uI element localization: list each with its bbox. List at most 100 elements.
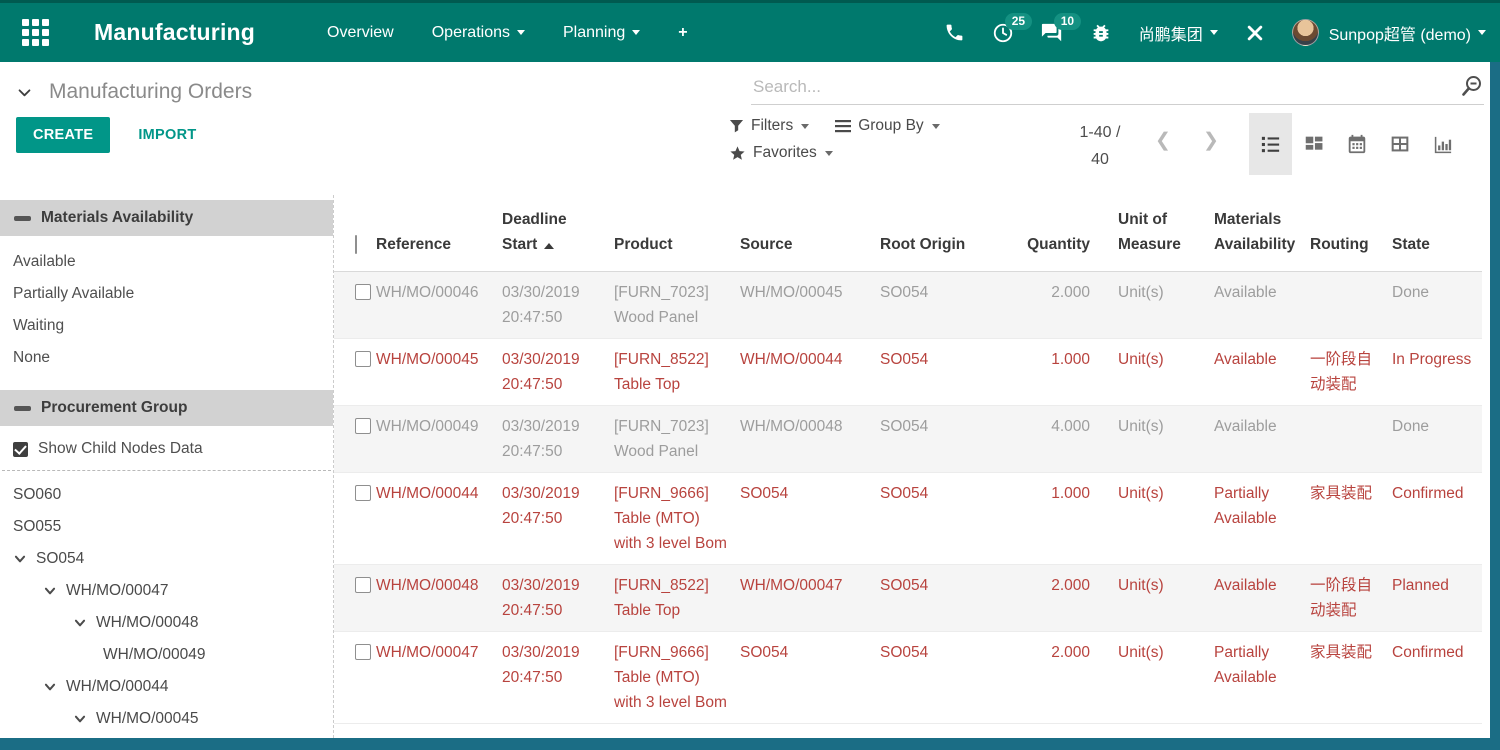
filter-item-waiting[interactable]: Waiting bbox=[0, 310, 333, 342]
table-row[interactable]: WH/MO/0004603/30/2019 20:47:50[FURN_7023… bbox=[334, 272, 1482, 339]
tools-button[interactable] bbox=[1245, 23, 1265, 43]
filter-item-none[interactable]: None bbox=[0, 342, 333, 374]
table-row[interactable]: WH/MO/0004703/30/2019 20:47:50[FURN_9666… bbox=[334, 632, 1482, 724]
cell-reference: WH/MO/00046 bbox=[376, 272, 502, 339]
show-child-nodes-toggle[interactable]: Show Child Nodes Data bbox=[0, 434, 333, 470]
pivot-view-icon bbox=[1389, 133, 1411, 155]
search-input[interactable] bbox=[751, 76, 1460, 98]
menu-operations[interactable]: Operations bbox=[432, 24, 525, 42]
header-source[interactable]: Source bbox=[740, 195, 880, 272]
import-button[interactable]: IMPORT bbox=[132, 126, 202, 144]
row-checkbox[interactable] bbox=[355, 644, 371, 660]
menu-overview[interactable]: Overview bbox=[327, 24, 394, 42]
company-name: 尚鹏集团 bbox=[1139, 21, 1203, 45]
table-row[interactable]: WH/MO/0004903/30/2019 20:47:50[FURN_7023… bbox=[334, 406, 1482, 473]
header-materials-availability[interactable]: Materials Availability bbox=[1200, 195, 1310, 272]
tree-node[interactable]: WH/MO/00045 bbox=[0, 703, 333, 735]
header-deadline-start[interactable]: Deadline Start bbox=[502, 195, 614, 272]
filter-item-available[interactable]: Available bbox=[0, 246, 333, 278]
chevron-down-icon bbox=[73, 616, 87, 630]
select-all-checkbox[interactable] bbox=[355, 235, 357, 254]
phone-button[interactable] bbox=[944, 22, 965, 43]
tree-node[interactable]: WH/MO/00049 bbox=[0, 639, 333, 671]
filter-item-partially-available[interactable]: Partially Available bbox=[0, 278, 333, 310]
list-view-icon bbox=[1259, 133, 1282, 156]
debug-button[interactable] bbox=[1090, 22, 1112, 44]
groupby-dropdown[interactable]: Group By bbox=[835, 117, 939, 135]
menu-planning[interactable]: Planning bbox=[563, 24, 640, 42]
cell-root-origin: SO054 bbox=[880, 473, 1014, 565]
activities-badge: 25 bbox=[1005, 13, 1032, 30]
tree-node[interactable]: WH/MO/00048 bbox=[0, 607, 333, 639]
pivot-view-button[interactable] bbox=[1378, 113, 1421, 175]
cell-uom: Unit(s) bbox=[1100, 565, 1200, 632]
activities-button[interactable]: 25 bbox=[992, 22, 1014, 44]
header-quantity[interactable]: Quantity bbox=[1014, 195, 1100, 272]
cell-uom: Unit(s) bbox=[1100, 406, 1200, 473]
row-checkbox[interactable] bbox=[355, 284, 371, 300]
messages-button[interactable]: 10 bbox=[1041, 22, 1063, 44]
tree-node-label: WH/MO/00044 bbox=[66, 671, 169, 703]
cell-availability: Available bbox=[1200, 339, 1310, 406]
header-root-origin[interactable]: Root Origin bbox=[880, 195, 1014, 272]
chevron-down-icon bbox=[801, 124, 809, 129]
header-unit-of-measure[interactable]: Unit of Measure bbox=[1100, 195, 1200, 272]
pager-next-icon[interactable]: ❯ bbox=[1203, 129, 1219, 152]
filter-sidebar: Materials Availability AvailablePartiall… bbox=[0, 195, 334, 738]
cell-uom: Unit(s) bbox=[1100, 473, 1200, 565]
tree-node[interactable]: SO055 bbox=[0, 511, 333, 543]
cell-product: [FURN_7023] Wood Panel bbox=[614, 272, 740, 339]
chevron-down-icon bbox=[73, 712, 87, 726]
horizontal-scrollbar[interactable] bbox=[0, 738, 1500, 750]
calendar-view-button[interactable] bbox=[1335, 113, 1378, 175]
cell-root-origin: SO054 bbox=[880, 632, 1014, 724]
cell-root-origin: SO054 bbox=[880, 272, 1014, 339]
row-checkbox[interactable] bbox=[355, 351, 371, 367]
tree-node[interactable]: WH/MO/00047 bbox=[0, 575, 333, 607]
kanban-view-button[interactable] bbox=[1292, 113, 1335, 175]
header-state[interactable]: State bbox=[1392, 195, 1482, 272]
filters-dropdown[interactable]: Filters bbox=[729, 117, 809, 135]
orders-table: Reference Deadline Start Product Source … bbox=[334, 195, 1482, 724]
company-switcher[interactable]: 尚鹏集团 bbox=[1139, 21, 1218, 45]
tree-node[interactable]: SO054 bbox=[0, 543, 333, 575]
app-title[interactable]: Manufacturing bbox=[94, 19, 255, 46]
add-menu-button[interactable]: + bbox=[678, 24, 687, 42]
cell-availability: Partially Available bbox=[1200, 632, 1310, 724]
graph-view-button[interactable] bbox=[1421, 113, 1464, 175]
cell-routing: 家具装配 bbox=[1310, 473, 1392, 565]
sidebar-section-materials-availability[interactable]: Materials Availability bbox=[0, 200, 333, 236]
cell-availability: Available bbox=[1200, 272, 1310, 339]
user-avatar[interactable] bbox=[1292, 19, 1319, 46]
pager-previous-icon[interactable]: ❮ bbox=[1155, 129, 1171, 152]
checked-checkbox-icon[interactable] bbox=[13, 442, 28, 457]
tree-node[interactable]: WH/MO/00044 bbox=[0, 671, 333, 703]
table-row[interactable]: WH/MO/0004403/30/2019 20:47:50[FURN_9666… bbox=[334, 473, 1482, 565]
row-checkbox[interactable] bbox=[355, 418, 371, 434]
graph-view-icon bbox=[1431, 133, 1454, 156]
header-product[interactable]: Product bbox=[614, 195, 740, 272]
row-checkbox[interactable] bbox=[355, 577, 371, 593]
tree-node-label: WH/MO/00045 bbox=[96, 703, 199, 735]
table-row[interactable]: WH/MO/0004803/30/2019 20:47:50[FURN_8522… bbox=[334, 565, 1482, 632]
tree-node[interactable]: SO060 bbox=[0, 479, 333, 511]
cell-root-origin: SO054 bbox=[880, 565, 1014, 632]
breadcrumb[interactable]: Manufacturing Orders bbox=[16, 80, 252, 104]
row-checkbox-cell bbox=[334, 473, 376, 565]
header-routing[interactable]: Routing bbox=[1310, 195, 1392, 272]
table-row[interactable]: WH/MO/0004503/30/2019 20:47:50[FURN_8522… bbox=[334, 339, 1482, 406]
apps-menu-icon[interactable] bbox=[22, 19, 49, 46]
cell-source: SO054 bbox=[740, 632, 880, 724]
tree-node-label: SO055 bbox=[13, 511, 61, 543]
list-view-button[interactable] bbox=[1249, 113, 1292, 175]
user-menu[interactable]: Sunpop超管 (demo) bbox=[1329, 21, 1486, 45]
create-button[interactable]: CREATE bbox=[16, 117, 110, 153]
procurement-tree: SO060SO055SO054WH/MO/00047WH/MO/00048WH/… bbox=[0, 477, 333, 735]
divider bbox=[2, 470, 331, 471]
search-icon[interactable] bbox=[1460, 74, 1484, 98]
row-checkbox[interactable] bbox=[355, 485, 371, 501]
favorites-dropdown[interactable]: Favorites bbox=[729, 144, 833, 162]
sidebar-section-procurement-group[interactable]: Procurement Group bbox=[0, 390, 333, 426]
header-reference[interactable]: Reference bbox=[376, 195, 502, 272]
vertical-scrollbar[interactable] bbox=[1490, 62, 1500, 750]
